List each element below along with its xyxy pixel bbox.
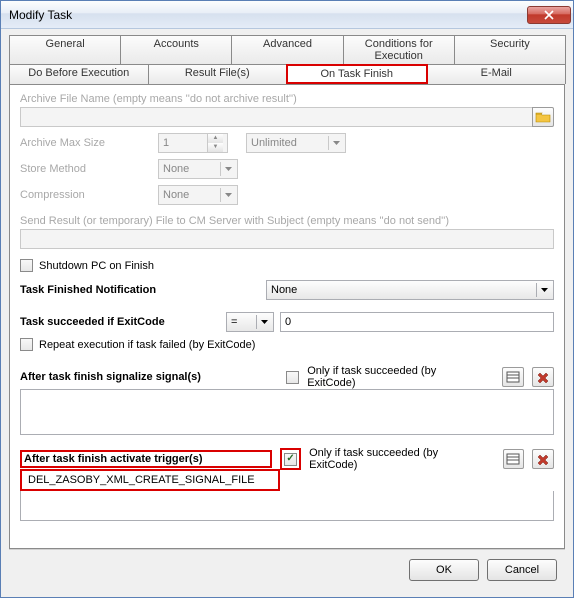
send-result-input[interactable] bbox=[20, 229, 554, 249]
notification-value: None bbox=[271, 284, 297, 296]
tab-conditions[interactable]: Conditions for Execution bbox=[343, 35, 455, 64]
window-title: Modify Task bbox=[9, 8, 527, 22]
shutdown-label: Shutdown PC on Finish bbox=[39, 260, 154, 272]
tabs-row-1: General Accounts Advanced Conditions for… bbox=[9, 35, 565, 64]
chevron-down-icon bbox=[256, 315, 271, 329]
notification-row: Task Finished Notification None bbox=[20, 280, 554, 300]
activate-only-checkbox[interactable] bbox=[284, 453, 297, 466]
archive-max-size-unit-combo[interactable]: Unlimited bbox=[246, 133, 346, 153]
notification-label: Task Finished Notification bbox=[20, 284, 260, 296]
succeeded-op-value: = bbox=[231, 316, 237, 328]
cancel-button[interactable]: Cancel bbox=[487, 559, 557, 581]
tabs-row-2: Do Before Execution Result File(s) On Ta… bbox=[9, 64, 565, 84]
send-result-group: Send Result (or temporary) File to CM Se… bbox=[20, 215, 554, 249]
shutdown-row: Shutdown PC on Finish bbox=[20, 259, 554, 272]
tab-panel: Archive File Name (empty means ''do not … bbox=[9, 84, 565, 549]
compression-label: Compression bbox=[20, 189, 150, 201]
tab-do-before[interactable]: Do Before Execution bbox=[9, 64, 149, 84]
repeat-checkbox[interactable] bbox=[20, 338, 33, 351]
notification-combo[interactable]: None bbox=[266, 280, 554, 300]
button-bar: OK Cancel bbox=[9, 549, 565, 589]
activate-listbox-remainder[interactable] bbox=[20, 491, 554, 521]
tab-on-task-finish[interactable]: On Task Finish bbox=[286, 64, 428, 84]
store-method-value: None bbox=[163, 163, 189, 175]
tab-email[interactable]: E-Mail bbox=[427, 64, 567, 84]
signalize-only-label: Only if task succeeded (by ExitCode) bbox=[307, 365, 486, 389]
chevron-down-icon bbox=[220, 162, 235, 176]
repeat-row: Repeat execution if task failed (by Exit… bbox=[20, 338, 554, 351]
activate-list-button[interactable] bbox=[503, 449, 525, 469]
activate-only-label: Only if task succeeded (by ExitCode) bbox=[309, 447, 487, 471]
spin-up-icon[interactable]: ▲ bbox=[207, 134, 223, 143]
chevron-down-icon bbox=[328, 136, 343, 150]
activate-listbox[interactable]: DEL_ZASOBY_XML_CREATE_SIGNAL_FILE bbox=[24, 472, 276, 488]
activate-section: After task finish activate trigger(s) On… bbox=[20, 447, 554, 521]
activate-delete-button[interactable] bbox=[532, 449, 554, 469]
activate-item-highlight: DEL_ZASOBY_XML_CREATE_SIGNAL_FILE bbox=[20, 469, 280, 491]
send-result-label: Send Result (or temporary) File to CM Se… bbox=[20, 215, 554, 227]
content-area: General Accounts Advanced Conditions for… bbox=[1, 29, 573, 597]
archive-name-input[interactable] bbox=[20, 107, 532, 127]
archive-name-group: Archive File Name (empty means ''do not … bbox=[20, 93, 554, 127]
tab-accounts[interactable]: Accounts bbox=[120, 35, 232, 64]
ok-button[interactable]: OK bbox=[409, 559, 479, 581]
compression-combo[interactable]: None bbox=[158, 185, 238, 205]
signalize-label: After task finish signalize signal(s) bbox=[20, 371, 278, 383]
store-method-label: Store Method bbox=[20, 163, 150, 175]
chevron-down-icon bbox=[536, 283, 551, 297]
succeeded-label: Task succeeded if ExitCode bbox=[20, 316, 220, 328]
tab-general[interactable]: General bbox=[9, 35, 121, 64]
tab-advanced[interactable]: Advanced bbox=[231, 35, 343, 64]
shutdown-checkbox[interactable] bbox=[20, 259, 33, 272]
archive-max-size-unit-value: Unlimited bbox=[251, 137, 297, 149]
succeeded-row: Task succeeded if ExitCode = bbox=[20, 312, 554, 332]
signalize-listbox[interactable] bbox=[20, 389, 554, 435]
tab-result-files[interactable]: Result File(s) bbox=[148, 64, 288, 84]
succeeded-op-combo[interactable]: = bbox=[226, 312, 274, 332]
signalize-list-button[interactable] bbox=[502, 367, 524, 387]
activate-label-highlight: After task finish activate trigger(s) bbox=[20, 450, 272, 468]
succeeded-value-input[interactable] bbox=[280, 312, 554, 332]
tab-security[interactable]: Security bbox=[454, 35, 566, 64]
compression-value: None bbox=[163, 189, 189, 201]
archive-name-label: Archive File Name (empty means ''do not … bbox=[20, 93, 554, 105]
signalize-only-checkbox[interactable] bbox=[286, 371, 299, 384]
archive-max-size-spinner[interactable]: ▲▼ bbox=[158, 133, 228, 153]
archive-max-size-label: Archive Max Size bbox=[20, 137, 150, 149]
close-button[interactable] bbox=[527, 6, 571, 24]
spin-down-icon[interactable]: ▼ bbox=[207, 143, 223, 152]
browse-archive-button[interactable] bbox=[532, 107, 554, 127]
archive-max-size-value[interactable] bbox=[159, 137, 207, 149]
store-method-combo[interactable]: None bbox=[158, 159, 238, 179]
activate-checkbox-highlight bbox=[280, 448, 301, 470]
titlebar: Modify Task bbox=[1, 1, 573, 29]
signalize-section: After task finish signalize signal(s) On… bbox=[20, 365, 554, 435]
activate-label: After task finish activate trigger(s) bbox=[24, 453, 268, 465]
archive-settings-grid: Archive Max Size ▲▼ Unlimited Store Meth… bbox=[20, 133, 554, 205]
modify-task-window: Modify Task General Accounts Advanced Co… bbox=[0, 0, 574, 598]
signalize-delete-button[interactable] bbox=[532, 367, 554, 387]
activate-list-item[interactable]: DEL_ZASOBY_XML_CREATE_SIGNAL_FILE bbox=[28, 474, 272, 486]
repeat-label: Repeat execution if task failed (by Exit… bbox=[39, 339, 255, 351]
chevron-down-icon bbox=[220, 188, 235, 202]
